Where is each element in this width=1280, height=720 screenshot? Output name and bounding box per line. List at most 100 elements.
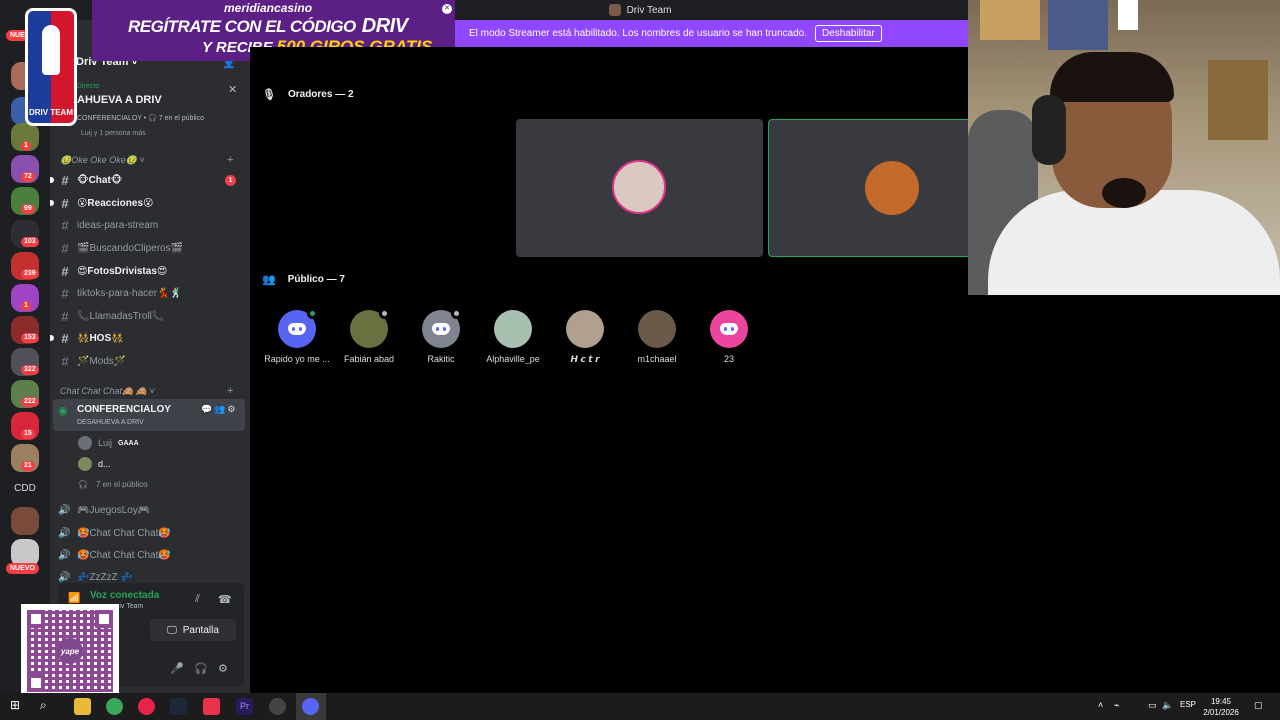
discord-icon[interactable]: [302, 698, 319, 715]
server-badge: 72: [21, 172, 35, 182]
voice-user[interactable]: Luij GAAA: [78, 436, 139, 450]
voice-channel-chat-1[interactable]: 🔊 🥵Chat Chat Chat🥵: [58, 528, 171, 539]
audience-member[interactable]: Rakitic: [405, 308, 477, 364]
idle-status-icon: [379, 308, 390, 319]
qr-corner: [27, 674, 45, 692]
audience-member[interactable]: 𝙃 𝙘 𝙩 𝙧: [549, 310, 621, 365]
taskbar-clock[interactable]: 19:45 2/01/2026: [1200, 696, 1242, 718]
channel-buscandocliperos[interactable]: # 🎬BuscandoCliperos🎬: [58, 238, 244, 258]
voice-channel-chat-2[interactable]: 🔊 🥵Chat Chat Chat🥵: [58, 550, 171, 561]
streamer-mode-text: El modo Streamer está habilitado. Los no…: [469, 28, 807, 39]
speaker-tile[interactable]: [516, 119, 763, 257]
disconnect-icon[interactable]: ☎: [218, 593, 232, 606]
tray-network-icon[interactable]: ⌁: [1114, 700, 1119, 711]
share-screen-button[interactable]: 🖵 Pantalla: [150, 619, 236, 641]
windows-start-icon[interactable]: ⊞: [10, 698, 20, 712]
voice-user[interactable]: d...: [78, 457, 111, 471]
channel-llamadastroll[interactable]: # 📞LlamadasTroll📞: [58, 306, 244, 326]
app-icon[interactable]: [203, 698, 220, 715]
ad-close-icon: ✕: [442, 4, 452, 14]
voice-channel-juegosloy[interactable]: 🔊 🎮JuegosLoy🎮: [58, 505, 150, 516]
add-channel-icon[interactable]: +: [227, 385, 233, 397]
hash-icon: #: [61, 172, 69, 188]
speaker-icon: 🔊: [58, 528, 71, 539]
noise-suppression-icon[interactable]: ⫽: [195, 593, 200, 606]
avatar: [350, 308, 390, 348]
audience-member[interactable]: m1chaael: [621, 310, 693, 364]
channel-ideas-para-stream[interactable]: # ideas-para-stream: [58, 215, 244, 235]
server-badge: 153: [21, 333, 39, 343]
audience-member[interactable]: Fabián abad: [333, 308, 405, 364]
microphone-icon[interactable]: 🎤: [170, 662, 184, 675]
voice-connected-server: riv Team: [117, 603, 144, 610]
tray-chevron-icon[interactable]: ˄: [1098, 700, 1103, 710]
headphones-icon: 🎧: [78, 480, 88, 489]
logo-text: DRIV TEAM: [29, 108, 73, 117]
webcam-overlay: [968, 0, 1280, 295]
avatar: [638, 310, 676, 348]
hash-icon: #: [61, 285, 69, 301]
server-badge: 322: [21, 365, 39, 375]
channel-hos[interactable]: # 👯HOS👯: [50, 328, 244, 348]
voice-connected-label: Voz conectada: [90, 590, 160, 601]
discord-logo-icon: [710, 310, 748, 348]
unread-indicator: [50, 177, 54, 183]
channel-chat[interactable]: # 🐵Chat🐵 1: [50, 170, 244, 190]
active-channel-name: CONFERENCIALOY: [77, 404, 171, 415]
player-silhouette-icon: [42, 25, 60, 75]
notifications-icon[interactable]: ▢: [1254, 700, 1263, 711]
new-servers-pill-bottom[interactable]: NUEVO: [6, 563, 39, 574]
speaker-icon: 🔊: [58, 572, 71, 583]
qr-pattern: yape: [27, 610, 113, 692]
close-icon[interactable]: ✕: [228, 83, 237, 96]
channel-fotosdrivistas[interactable]: # 😍FotosDrivistas😍: [58, 261, 244, 281]
signal-icon[interactable]: 📶: [68, 593, 80, 604]
active-stage-channel[interactable]: ◉ CONFERENCIALOY DESAHUEVA A DRIV 💬👥⚙: [53, 399, 245, 431]
tray-volume-icon[interactable]: 🔈: [1162, 700, 1173, 711]
settings-gear-icon[interactable]: ⚙: [218, 662, 228, 675]
language-indicator[interactable]: ESP: [1180, 700, 1196, 709]
screen: Driv Team NUE 1 72 99 103 239 1 153 322 …: [0, 0, 1280, 720]
audience-member[interactable]: Alphaville_pe: [477, 310, 549, 364]
discord-logo-icon: [278, 308, 318, 348]
streamer-mode-banner: El modo Streamer está habilitado. Los no…: [455, 20, 968, 47]
idle-status-icon: [451, 308, 462, 319]
hash-icon: #: [61, 240, 69, 256]
premiere-pro-icon[interactable]: Pr: [236, 698, 253, 715]
audience-member[interactable]: Rapido yo me ...: [261, 308, 333, 364]
server-badge: 222: [21, 397, 39, 407]
voice-channel-zzzzz[interactable]: 🔊 💤ZzZzZ 💤: [58, 572, 133, 583]
mention-badge: 1: [225, 175, 236, 186]
channel-tiktoks-para-hacer[interactable]: # tiktoks-para-hacer💃🕺: [58, 283, 244, 303]
server-cdd[interactable]: CDD: [8, 483, 42, 494]
category-chat-chat-chat[interactable]: Chat Chat Chat🙈 🙈 ˅ +: [60, 385, 233, 397]
hash-icon: #: [61, 263, 69, 279]
channel-reacciones[interactable]: # 😮Reacciones😮: [50, 193, 244, 213]
file-explorer-icon[interactable]: [74, 698, 91, 715]
yape-logo: yape: [57, 638, 83, 664]
steam-icon[interactable]: [170, 698, 187, 715]
search-icon[interactable]: ⌕: [40, 698, 47, 713]
server-icon-14[interactable]: [11, 507, 39, 535]
audience-icon: 👥: [262, 274, 276, 286]
server-badge: 15: [21, 429, 35, 439]
chrome-icon[interactable]: [106, 698, 123, 715]
media-player-icon[interactable]: [138, 698, 155, 715]
hash-icon: #: [61, 217, 69, 233]
wall-poster: [1048, 0, 1108, 50]
clock-date: 2/01/2026: [1203, 708, 1239, 717]
stage-icon: ◉: [58, 405, 68, 417]
category-oke[interactable]: 🤢Oke Oke Oke🤢 ˅ +: [60, 154, 233, 166]
speaker-icon: 🔊: [58, 505, 71, 516]
disable-streamer-mode-button[interactable]: Deshabilitar: [814, 25, 882, 42]
channel-mods[interactable]: # 🪄Mods🪄: [58, 351, 244, 371]
add-channel-icon[interactable]: +: [227, 154, 233, 166]
server-badge: 239: [21, 269, 39, 279]
stage-audience-count[interactable]: 🎧 7 en el público: [78, 480, 148, 489]
tray-wifi-icon[interactable]: ▭: [1148, 700, 1157, 711]
obs-icon[interactable]: [269, 698, 286, 715]
headphones-icon[interactable]: 🎧: [194, 662, 208, 675]
channel-actions[interactable]: 💬👥⚙: [201, 404, 237, 415]
audience-member[interactable]: 23: [693, 310, 765, 364]
avatar: [612, 160, 666, 214]
